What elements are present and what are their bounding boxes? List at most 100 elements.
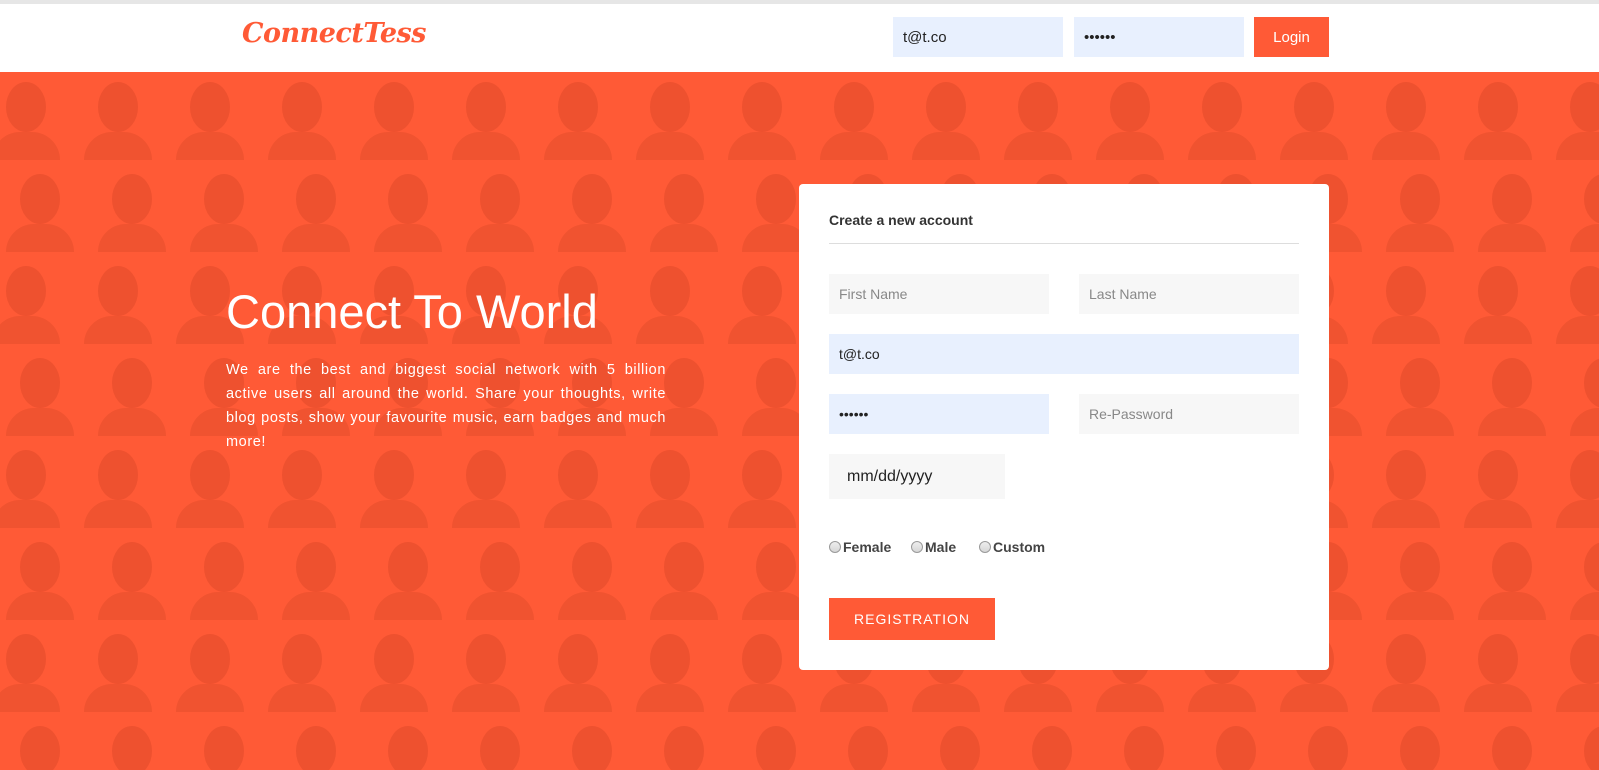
- birthdate-input[interactable]: mm/dd/yyyy: [829, 454, 1005, 499]
- portrait-shoulders: [1464, 684, 1532, 712]
- hero-title: Connect To World: [226, 285, 598, 338]
- portrait-shoulders: [1372, 132, 1440, 160]
- portrait-shoulders: [84, 316, 152, 344]
- portrait-shoulders: [268, 684, 336, 712]
- gender-female-option[interactable]: Female: [829, 539, 891, 555]
- top-navbar: ConnectTess Login: [0, 4, 1599, 72]
- background-portrait: [362, 160, 454, 252]
- background-portrait: [1452, 72, 1544, 160]
- portrait-head: [98, 450, 138, 500]
- portrait-head: [572, 726, 612, 770]
- background-portrait: [1466, 712, 1558, 770]
- background-portrait: [532, 72, 624, 160]
- portrait-shoulders: [820, 684, 888, 712]
- portrait-shoulders: [544, 500, 612, 528]
- portrait-shoulders: [282, 224, 350, 252]
- registration-card: Create a new account mm/dd/yyyy Female M…: [799, 184, 1329, 670]
- portrait-head: [1216, 726, 1256, 770]
- portrait-shoulders: [1004, 132, 1072, 160]
- header-email-input[interactable]: [893, 17, 1063, 57]
- login-button[interactable]: Login: [1254, 17, 1329, 57]
- register-password-input[interactable]: [829, 394, 1049, 434]
- portrait-shoulders: [1096, 132, 1164, 160]
- portrait-head: [6, 82, 46, 132]
- background-portrait: [624, 72, 716, 160]
- portrait-head: [282, 82, 322, 132]
- portrait-shoulders: [912, 684, 980, 712]
- background-portrait: [178, 712, 270, 770]
- background-portrait: [454, 160, 546, 252]
- portrait-shoulders: [374, 224, 442, 252]
- background-portrait: [1006, 712, 1098, 770]
- gender-male-option[interactable]: Male: [911, 539, 956, 555]
- portrait-head: [1032, 726, 1072, 770]
- portrait-shoulders: [176, 500, 244, 528]
- background-portrait: [638, 528, 730, 620]
- portrait-shoulders: [1464, 132, 1532, 160]
- register-email-input[interactable]: [829, 334, 1299, 374]
- portrait-head: [1492, 542, 1532, 592]
- radio-button[interactable]: [979, 541, 991, 553]
- radio-button[interactable]: [911, 541, 923, 553]
- portrait-shoulders: [466, 592, 534, 620]
- portrait-head: [572, 542, 612, 592]
- portrait-head: [1400, 726, 1440, 770]
- portrait-shoulders: [650, 224, 718, 252]
- background-portrait: [716, 620, 808, 712]
- portrait-head: [558, 634, 598, 684]
- portrait-shoulders: [176, 684, 244, 712]
- background-portrait: [1374, 712, 1466, 770]
- registration-button[interactable]: REGISTRATION: [829, 598, 995, 640]
- background-portrait: [1558, 712, 1599, 770]
- portrait-head: [1570, 634, 1599, 684]
- gender-female-label: Female: [843, 539, 892, 555]
- portrait-head: [1570, 82, 1599, 132]
- portrait-head: [20, 358, 60, 408]
- background-portrait: [1282, 712, 1374, 770]
- background-portrait: [454, 528, 546, 620]
- portrait-head: [112, 174, 152, 224]
- portrait-head: [1584, 174, 1599, 224]
- portrait-head: [650, 266, 690, 316]
- last-name-input[interactable]: [1079, 274, 1299, 314]
- logo[interactable]: ConnectTess: [242, 18, 426, 49]
- background-portrait: [1544, 620, 1599, 712]
- portrait-shoulders: [268, 132, 336, 160]
- portrait-shoulders: [558, 592, 626, 620]
- background-portrait: [1084, 72, 1176, 160]
- portrait-head: [756, 174, 796, 224]
- portrait-head: [190, 82, 230, 132]
- portrait-shoulders: [650, 592, 718, 620]
- portrait-head: [374, 450, 414, 500]
- background-portrait: [178, 528, 270, 620]
- background-portrait: [1374, 160, 1466, 252]
- background-portrait: [808, 72, 900, 160]
- portrait-head: [1570, 266, 1599, 316]
- background-portrait: [1268, 72, 1360, 160]
- portrait-head: [98, 634, 138, 684]
- portrait-head: [742, 266, 782, 316]
- portrait-head: [650, 82, 690, 132]
- registration-title: Create a new account: [829, 212, 973, 228]
- radio-button[interactable]: [829, 541, 841, 553]
- gender-custom-option[interactable]: Custom: [979, 539, 1045, 555]
- portrait-head: [282, 450, 322, 500]
- portrait-head: [1386, 634, 1426, 684]
- portrait-head: [834, 82, 874, 132]
- portrait-head: [1400, 542, 1440, 592]
- portrait-head: [1400, 174, 1440, 224]
- portrait-head: [1584, 726, 1599, 770]
- portrait-shoulders: [282, 592, 350, 620]
- header-password-input[interactable]: [1074, 17, 1244, 57]
- portrait-shoulders: [1004, 684, 1072, 712]
- repassword-input[interactable]: [1079, 394, 1299, 434]
- background-portrait: [1360, 436, 1452, 528]
- first-name-input[interactable]: [829, 274, 1049, 314]
- portrait-head: [480, 174, 520, 224]
- portrait-head: [664, 542, 704, 592]
- background-portrait: [362, 528, 454, 620]
- portrait-shoulders: [1556, 684, 1599, 712]
- background-portrait: [546, 528, 638, 620]
- portrait-head: [6, 450, 46, 500]
- portrait-shoulders: [1386, 224, 1454, 252]
